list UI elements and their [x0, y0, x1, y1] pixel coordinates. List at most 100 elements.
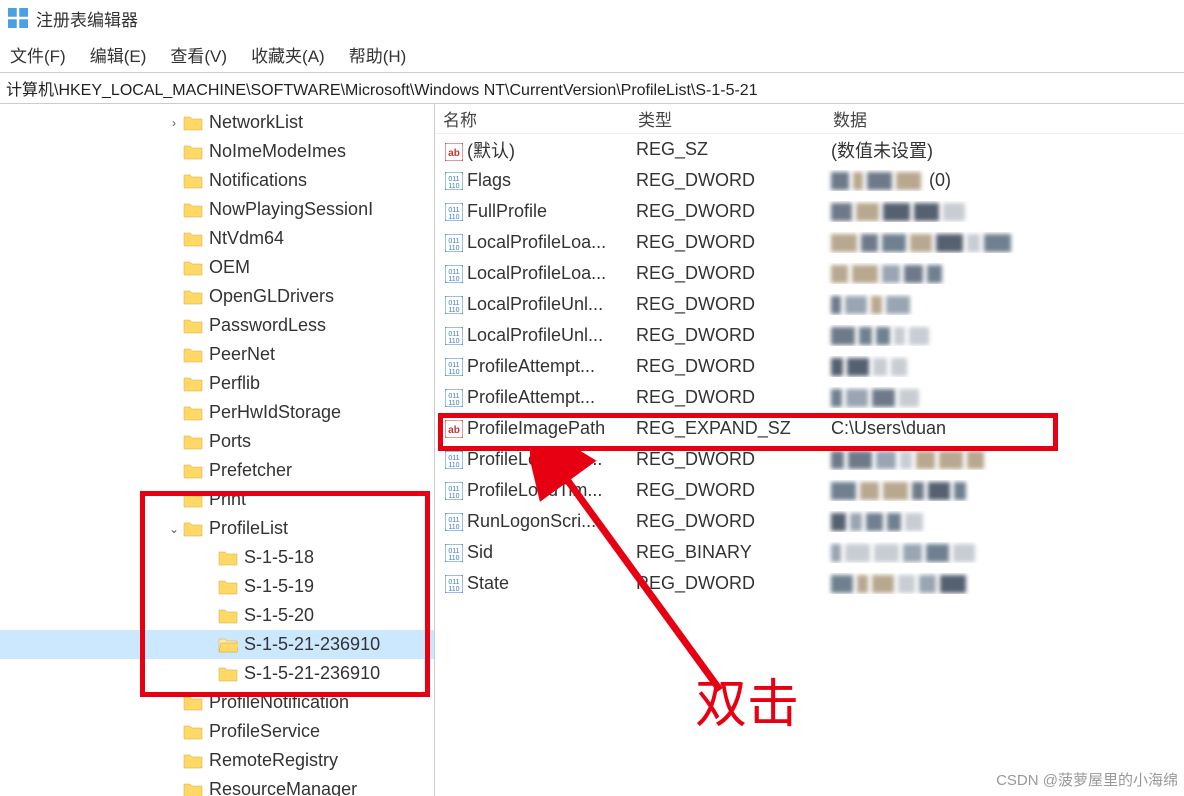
tree-item[interactable]: ›NetworkList: [0, 108, 434, 137]
list-row[interactable]: RunLogonScri...REG_DWORD: [435, 506, 1184, 537]
folder-icon: [183, 492, 203, 508]
tree-item[interactable]: S-1-5-18: [0, 543, 434, 572]
tree-item[interactable]: Ports: [0, 427, 434, 456]
tree-item[interactable]: Prefetcher: [0, 456, 434, 485]
tree-label: ResourceManager: [209, 779, 357, 796]
tree-item[interactable]: ResourceManager: [0, 775, 434, 796]
binary-value-icon: [445, 234, 463, 252]
menu-edit[interactable]: 编辑(E): [90, 42, 147, 67]
menu-view[interactable]: 查看(V): [170, 42, 227, 67]
list-row[interactable]: ProfileAttempt...REG_DWORD: [435, 351, 1184, 382]
binary-value-icon: [445, 544, 463, 562]
tree-label: NtVdm64: [209, 228, 284, 249]
binary-value-icon: [445, 451, 463, 469]
menu-help[interactable]: 帮助(H): [349, 42, 407, 67]
list-view[interactable]: 名称 类型 数据 (默认)REG_SZ(数值未设置)FlagsREG_DWORD…: [435, 104, 1184, 796]
tree-item[interactable]: PerHwIdStorage: [0, 398, 434, 427]
tree-label: PasswordLess: [209, 315, 326, 336]
tree-label: PerHwIdStorage: [209, 402, 341, 423]
folder-icon: [183, 318, 203, 334]
col-type[interactable]: 类型: [630, 106, 825, 131]
binary-value-icon: [445, 389, 463, 407]
tree-label: S-1-5-18: [244, 547, 314, 568]
list-row[interactable]: LocalProfileLoa...REG_DWORD: [435, 258, 1184, 289]
cell-name: ProfileAttempt...: [467, 387, 595, 407]
tree-item[interactable]: ProfileNotification: [0, 688, 434, 717]
cell-name: LocalProfileLoa...: [467, 232, 606, 252]
tree-label: ProfileList: [209, 518, 288, 539]
tree-item[interactable]: S-1-5-20: [0, 601, 434, 630]
tree-label: Print: [209, 489, 246, 510]
list-row[interactable]: ProfileLoadTim...REG_DWORD: [435, 444, 1184, 475]
tree-label: Ports: [209, 431, 251, 452]
tree-item[interactable]: Print: [0, 485, 434, 514]
tree-item[interactable]: OpenGLDrivers: [0, 282, 434, 311]
tree-view[interactable]: ›NetworkListNoImeModeImesNotificationsNo…: [0, 104, 435, 796]
cell-name: ProfileAttempt...: [467, 356, 595, 376]
list-row[interactable]: (默认)REG_SZ(数值未设置): [435, 134, 1184, 165]
tree-item[interactable]: S-1-5-19: [0, 572, 434, 601]
cell-type: REG_DWORD: [630, 387, 825, 408]
list-row[interactable]: SidREG_BINARY: [435, 537, 1184, 568]
cell-type: REG_DWORD: [630, 511, 825, 532]
list-row[interactable]: ProfileLoadTim...REG_DWORD: [435, 475, 1184, 506]
cell-type: REG_SZ: [630, 139, 825, 160]
tree-item[interactable]: ⌄ ProfileList: [0, 514, 434, 543]
list-row[interactable]: ProfileAttempt... REG_DWORD: [435, 382, 1184, 413]
tree-item[interactable]: NoImeModeImes: [0, 137, 434, 166]
cell-name: FullProfile: [467, 201, 547, 221]
list-row[interactable]: ProfileImagePathREG_EXPAND_SZC:\Users\du…: [435, 413, 1184, 444]
tree-label: Prefetcher: [209, 460, 292, 481]
binary-value-icon: [445, 482, 463, 500]
list-row[interactable]: LocalProfileLoa...REG_DWORD: [435, 227, 1184, 258]
col-name[interactable]: 名称: [435, 106, 630, 131]
cell-type: REG_DWORD: [630, 263, 825, 284]
cell-data: [831, 511, 927, 531]
string-value-icon: [445, 420, 463, 438]
folder-icon: [183, 347, 203, 363]
folder-icon: [218, 550, 238, 566]
tree-item[interactable]: PeerNet: [0, 340, 434, 369]
tree-item[interactable]: OEM: [0, 253, 434, 282]
menu-file[interactable]: 文件(F): [10, 42, 66, 67]
tree-label: ProfileService: [209, 721, 320, 742]
cell-type: REG_DWORD: [630, 170, 825, 191]
tree-item[interactable]: PasswordLess: [0, 311, 434, 340]
cell-data: (0): [831, 170, 951, 190]
list-row[interactable]: FlagsREG_DWORD(0): [435, 165, 1184, 196]
cell-data: [831, 387, 923, 407]
folder-icon: [183, 115, 203, 131]
list-row[interactable]: LocalProfileUnl...REG_DWORD: [435, 289, 1184, 320]
list-row[interactable]: StateREG_DWORD: [435, 568, 1184, 599]
folder-icon: [183, 753, 203, 769]
tree-item[interactable]: S-1-5-21-236910: [0, 659, 434, 688]
col-data[interactable]: 数据: [825, 106, 1184, 131]
tree-label: OpenGLDrivers: [209, 286, 334, 307]
folder-icon: [183, 463, 203, 479]
list-row[interactable]: FullProfile REG_DWORD: [435, 196, 1184, 227]
menu-favorites[interactable]: 收藏夹(A): [251, 42, 325, 67]
tree-item[interactable]: Perflib: [0, 369, 434, 398]
binary-value-icon: [445, 358, 463, 376]
tree-label: S-1-5-21-236910: [244, 663, 380, 684]
folder-icon: [183, 695, 203, 711]
tree-item[interactable]: Notifications: [0, 166, 434, 195]
tree-item[interactable]: ProfileService: [0, 717, 434, 746]
folder-icon: [183, 782, 203, 796]
cell-type: REG_DWORD: [630, 294, 825, 315]
list-row[interactable]: LocalProfileUnl...REG_DWORD: [435, 320, 1184, 351]
tree-item[interactable]: S-1-5-21-236910: [0, 630, 434, 659]
tree-item[interactable]: NowPlayingSessionI: [0, 195, 434, 224]
expander-icon[interactable]: ›: [165, 116, 183, 130]
tree-item[interactable]: RemoteRegistry: [0, 746, 434, 775]
menubar: 文件(F) 编辑(E) 查看(V) 收藏夹(A) 帮助(H): [0, 36, 1184, 72]
folder-icon: [183, 202, 203, 218]
cell-type: REG_DWORD: [630, 325, 825, 346]
cell-type: REG_DWORD: [630, 201, 825, 222]
window-title: 注册表编辑器: [36, 6, 138, 31]
tree-item[interactable]: NtVdm64: [0, 224, 434, 253]
expander-icon[interactable]: ⌄: [165, 522, 183, 536]
address-bar[interactable]: 计算机\HKEY_LOCAL_MACHINE\SOFTWARE\Microsof…: [0, 72, 1184, 104]
cell-name: Sid: [467, 542, 493, 562]
binary-value-icon: [445, 172, 463, 190]
